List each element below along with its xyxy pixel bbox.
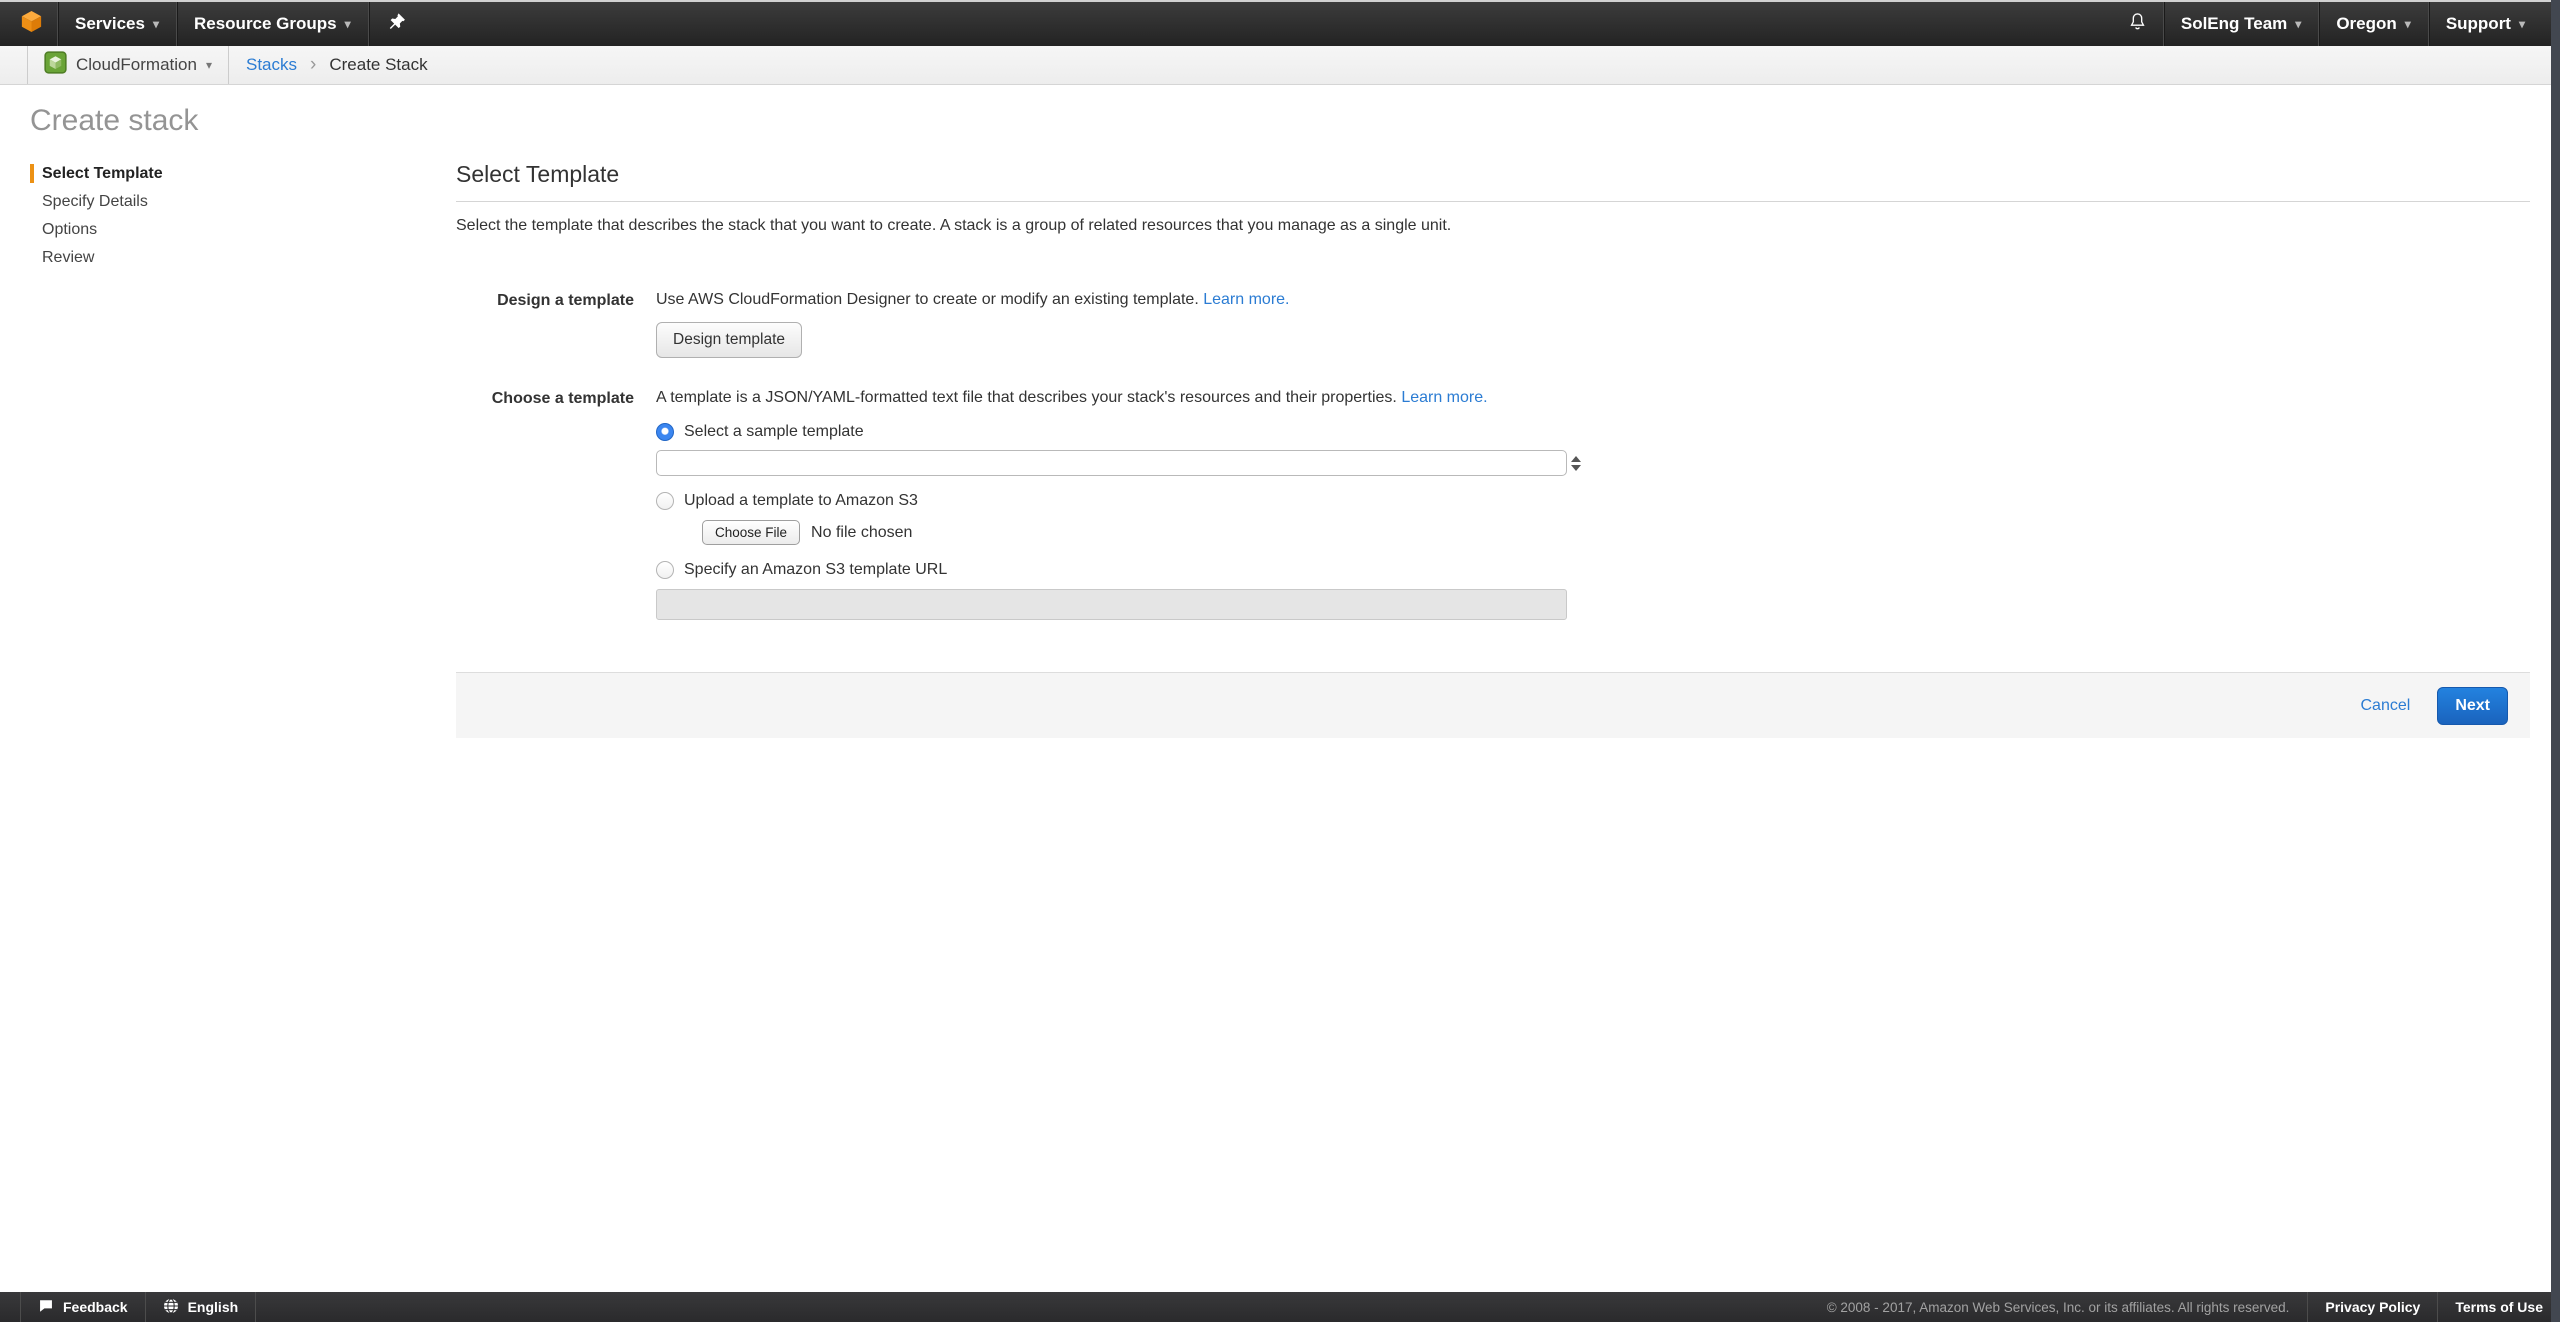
next-button[interactable]: Next xyxy=(2437,687,2508,725)
language-label: English xyxy=(188,1299,239,1315)
chevron-down-icon xyxy=(2405,18,2411,30)
sample-template-select[interactable] xyxy=(656,450,1567,476)
design-template-row: Design a template Use AWS CloudFormation… xyxy=(456,291,2530,358)
design-template-content: Use AWS CloudFormation Designer to creat… xyxy=(656,291,1289,358)
feedback-label: Feedback xyxy=(63,1299,128,1315)
upload-template-radio-row: Upload a template to Amazon S3 xyxy=(656,491,1581,511)
no-file-chosen-text: No file chosen xyxy=(811,524,912,542)
sample-template-radio-label[interactable]: Select a sample template xyxy=(684,423,864,441)
section-description: Select the template that describes the s… xyxy=(456,217,2530,235)
upload-template-radio[interactable] xyxy=(656,492,674,510)
step-options[interactable]: Options xyxy=(30,220,163,239)
choose-file-button[interactable]: Choose File xyxy=(702,520,800,545)
chevron-down-icon xyxy=(345,18,351,30)
choose-template-content: A template is a JSON/YAML-formatted text… xyxy=(656,389,1581,620)
account-menu[interactable]: SolEng Team xyxy=(2164,2,2318,46)
choose-template-row: Choose a template A template is a JSON/Y… xyxy=(456,389,2530,620)
breadcrumb-divider xyxy=(228,46,229,84)
support-menu[interactable]: Support xyxy=(2429,2,2542,46)
cloudformation-service-menu[interactable]: CloudFormation xyxy=(28,46,228,84)
breadcrumb-left-gap xyxy=(0,46,28,84)
step-specify-details[interactable]: Specify Details xyxy=(30,192,163,211)
design-template-text: Use AWS CloudFormation Designer to creat… xyxy=(656,291,1199,308)
services-menu[interactable]: Services xyxy=(58,2,176,46)
s3-url-radio-row: Specify an Amazon S3 template URL xyxy=(656,560,1581,580)
sample-template-radio[interactable] xyxy=(656,423,674,441)
main-content: Select Template Select the template that… xyxy=(456,161,2530,738)
step-select-template[interactable]: Select Template xyxy=(30,164,163,183)
aws-cube-icon xyxy=(21,10,42,38)
sample-template-radio-row: Select a sample template xyxy=(656,422,1581,442)
s3-template-url-input[interactable] xyxy=(656,589,1567,620)
aws-logo[interactable] xyxy=(0,2,57,46)
footer-right: © 2008 - 2017, Amazon Web Services, Inc.… xyxy=(1827,1292,2560,1322)
section-heading: Select Template xyxy=(456,161,2530,188)
resource-groups-menu-label: Resource Groups xyxy=(194,14,337,34)
feedback-bubble-icon xyxy=(38,1298,54,1316)
bell-icon xyxy=(2128,11,2147,37)
design-learn-more-link[interactable]: Learn more. xyxy=(1203,291,1289,308)
breadcrumb-separator-icon xyxy=(310,54,316,76)
cancel-button[interactable]: Cancel xyxy=(2361,697,2411,715)
select-stepper-icon xyxy=(1571,456,1581,471)
footer-bar: Feedback English © 2008 - 2017, Amazon W… xyxy=(0,1292,2560,1322)
sample-template-select-wrap xyxy=(656,450,1581,476)
choose-template-description: A template is a JSON/YAML-formatted text… xyxy=(656,389,1581,407)
feedback-button[interactable]: Feedback xyxy=(20,1292,146,1322)
top-nav-bar: Services Resource Groups xyxy=(0,0,2560,46)
file-upload-row: Choose File No file chosen xyxy=(702,520,1581,545)
pin-shortcut-button[interactable] xyxy=(369,2,426,46)
upload-template-radio-label[interactable]: Upload a template to Amazon S3 xyxy=(684,492,918,510)
copyright-text: © 2008 - 2017, Amazon Web Services, Inc.… xyxy=(1827,1300,2308,1315)
region-menu[interactable]: Oregon xyxy=(2319,2,2427,46)
chevron-down-icon xyxy=(2295,18,2301,30)
wizard-steps-sidebar: Select Template Specify Details Options … xyxy=(30,164,163,276)
globe-icon xyxy=(163,1298,179,1317)
choose-learn-more-link[interactable]: Learn more. xyxy=(1401,389,1487,406)
choose-template-text: A template is a JSON/YAML-formatted text… xyxy=(656,389,1397,406)
account-menu-label: SolEng Team xyxy=(2181,14,2287,34)
heading-divider xyxy=(456,201,2530,202)
resource-groups-menu[interactable]: Resource Groups xyxy=(177,2,368,46)
page-title: Create stack xyxy=(30,104,198,138)
terms-of-use-link[interactable]: Terms of Use xyxy=(2437,1292,2560,1322)
chevron-down-icon xyxy=(2519,18,2525,30)
design-template-label: Design a template xyxy=(456,291,634,358)
step-review[interactable]: Review xyxy=(30,248,163,267)
notifications-button[interactable] xyxy=(2112,2,2163,46)
choose-template-label: Choose a template xyxy=(456,389,634,620)
support-menu-label: Support xyxy=(2446,14,2511,34)
cloudformation-icon xyxy=(44,51,67,79)
vertical-scrollbar[interactable] xyxy=(2551,0,2560,1322)
design-template-button[interactable]: Design template xyxy=(656,322,802,358)
top-nav-left: Services Resource Groups xyxy=(0,2,426,46)
privacy-policy-link[interactable]: Privacy Policy xyxy=(2307,1292,2437,1322)
breadcrumb: CloudFormation Stacks Create Stack xyxy=(0,46,2560,85)
design-template-description: Use AWS CloudFormation Designer to creat… xyxy=(656,291,1289,309)
pin-icon xyxy=(389,12,406,36)
chevron-down-icon xyxy=(153,18,159,30)
breadcrumb-service-label: CloudFormation xyxy=(76,55,197,75)
s3-url-radio-label[interactable]: Specify an Amazon S3 template URL xyxy=(684,561,947,579)
region-menu-label: Oregon xyxy=(2336,14,2396,34)
top-nav-right: SolEng Team Oregon Support xyxy=(2112,2,2560,46)
language-button[interactable]: English xyxy=(146,1292,257,1322)
services-menu-label: Services xyxy=(75,14,145,34)
breadcrumb-stacks-link[interactable]: Stacks xyxy=(246,55,297,75)
wizard-action-bar: Cancel Next xyxy=(456,672,2530,738)
chevron-down-icon xyxy=(206,59,212,71)
s3-url-radio[interactable] xyxy=(656,561,674,579)
breadcrumb-current-page: Create Stack xyxy=(329,55,427,75)
